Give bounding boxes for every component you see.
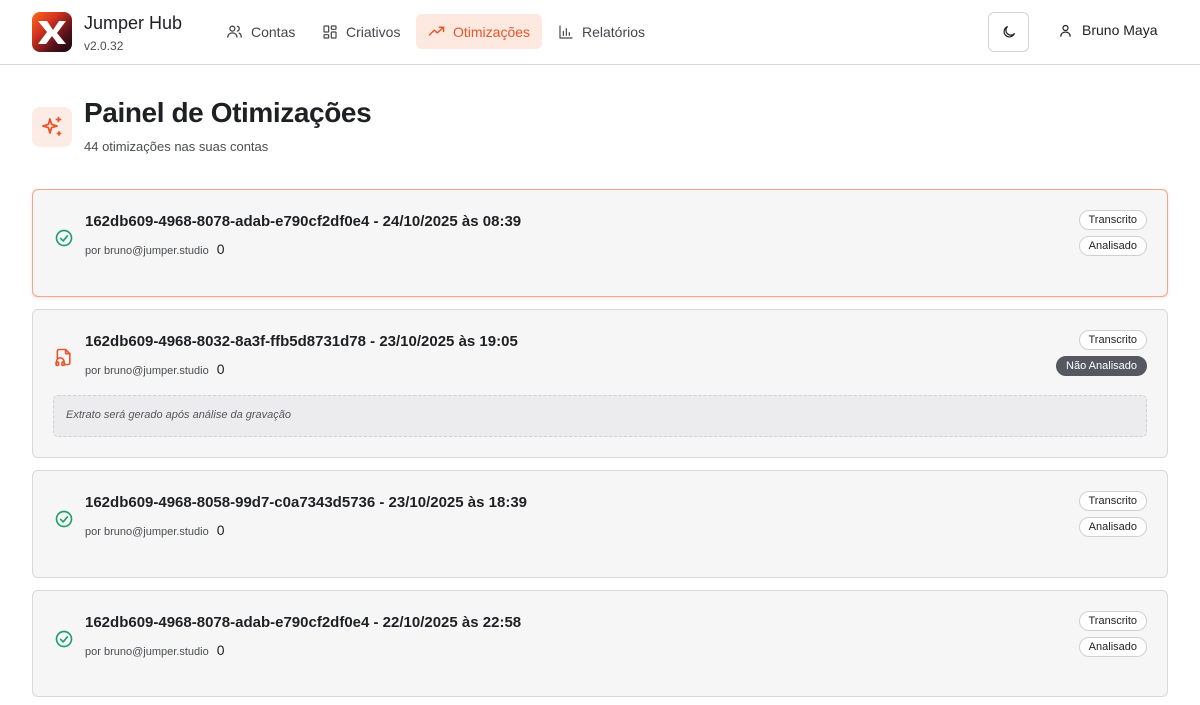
theme-toggle-button[interactable]: [988, 12, 1029, 52]
moon-icon: [1003, 26, 1015, 38]
top-navigation-bar: Jumper Hub v2.0.32 Contas Criativos Otim…: [0, 0, 1200, 65]
badge-analisado: Analisado: [1078, 517, 1147, 537]
app-name: Jumper Hub: [84, 13, 183, 33]
bar-chart-icon: [559, 24, 573, 39]
nav-item-contas[interactable]: Contas: [214, 14, 307, 49]
optimization-title[interactable]: 162db609-4968-8078-adab-e790cf2df0e4 - 2…: [85, 213, 521, 230]
status-badges: Transcrito Analisado: [1078, 210, 1147, 256]
nav-item-label: Contas: [251, 23, 296, 40]
optimization-author: por bruno@jumper.studio: [85, 646, 209, 658]
sparkles-icon: [42, 116, 62, 136]
optimization-meta: por bruno@jumper.studio 0: [85, 361, 224, 377]
users-icon: [227, 25, 242, 38]
audio-file-icon: [55, 348, 71, 367]
badge-transcrito: Transcrito: [1078, 491, 1147, 511]
user-name: Bruno Maya: [1082, 22, 1158, 38]
badge-analisado: Analisado: [1078, 236, 1147, 256]
check-circle-icon: [55, 630, 73, 648]
optimization-meta: por bruno@jumper.studio 0: [85, 241, 224, 257]
optimization-count: 0: [216, 522, 225, 538]
optimization-card[interactable]: 162db609-4968-8032-8a3f-ffb5d8731d78 - 2…: [32, 309, 1168, 458]
status-indicator: [53, 346, 75, 368]
optimization-meta: por bruno@jumper.studio 0: [85, 522, 224, 538]
optimization-title[interactable]: 162db609-4968-8032-8a3f-ffb5d8731d78 - 2…: [85, 333, 518, 350]
page-icon: [32, 107, 72, 147]
nav-item-label: Otimizações: [453, 23, 531, 40]
app-version: v2.0.32: [84, 39, 124, 53]
badge-analisado: Analisado: [1078, 637, 1147, 657]
status-indicator: [53, 628, 75, 650]
optimization-count: 0: [216, 361, 225, 377]
grid-icon: [323, 24, 337, 39]
user-icon: [1060, 24, 1071, 37]
badge-transcrito: Transcrito: [1078, 210, 1147, 230]
page-subtitle: 44 otimizações nas suas contas: [84, 139, 269, 154]
page-title: Painel de Otimizações: [84, 97, 372, 128]
nav-item-label: Criativos: [346, 23, 401, 40]
extract-placeholder: Extrato será gerado após análise da grav…: [53, 395, 1147, 437]
optimization-card[interactable]: 162db609-4968-8058-99d7-c0a7343d5736 - 2…: [32, 470, 1168, 578]
nav-item-otimizacoes[interactable]: Otimizações: [416, 14, 542, 49]
optimization-meta: por bruno@jumper.studio 0: [85, 642, 224, 658]
logo-mark-icon: [38, 21, 66, 44]
optimization-author: por bruno@jumper.studio: [85, 245, 209, 257]
check-circle-icon: [55, 229, 73, 247]
optimization-card[interactable]: 162db609-4968-8078-adab-e790cf2df0e4 - 2…: [32, 590, 1168, 697]
status-indicator: [53, 508, 75, 530]
badge-nao-analisado: Não Analisado: [1056, 356, 1147, 376]
badge-transcrito: Transcrito: [1078, 330, 1147, 350]
nav-item-label: Relatórios: [582, 23, 646, 40]
status-indicator: [53, 227, 75, 249]
nav-item-relatorios[interactable]: Relatórios: [546, 14, 657, 49]
status-badges: Transcrito Analisado: [1078, 611, 1147, 657]
status-badges: Transcrito Analisado: [1078, 491, 1147, 537]
optimization-card[interactable]: 162db609-4968-8078-adab-e790cf2df0e4 - 2…: [32, 189, 1168, 297]
status-badges: Transcrito Não Analisado: [1056, 330, 1147, 376]
app-logo[interactable]: [32, 12, 72, 52]
user-menu[interactable]: Bruno Maya: [1058, 22, 1157, 38]
check-circle-icon: [55, 510, 73, 528]
badge-transcrito: Transcrito: [1078, 611, 1147, 631]
optimization-title[interactable]: 162db609-4968-8078-adab-e790cf2df0e4 - 2…: [85, 614, 521, 631]
nav-item-criativos[interactable]: Criativos: [310, 14, 412, 49]
optimization-author: por bruno@jumper.studio: [85, 526, 209, 538]
trending-up-icon: [428, 26, 445, 36]
optimization-count: 0: [216, 241, 225, 257]
optimization-count: 0: [216, 642, 225, 658]
optimization-title[interactable]: 162db609-4968-8058-99d7-c0a7343d5736 - 2…: [85, 494, 527, 511]
optimization-author: por bruno@jumper.studio: [85, 365, 209, 377]
